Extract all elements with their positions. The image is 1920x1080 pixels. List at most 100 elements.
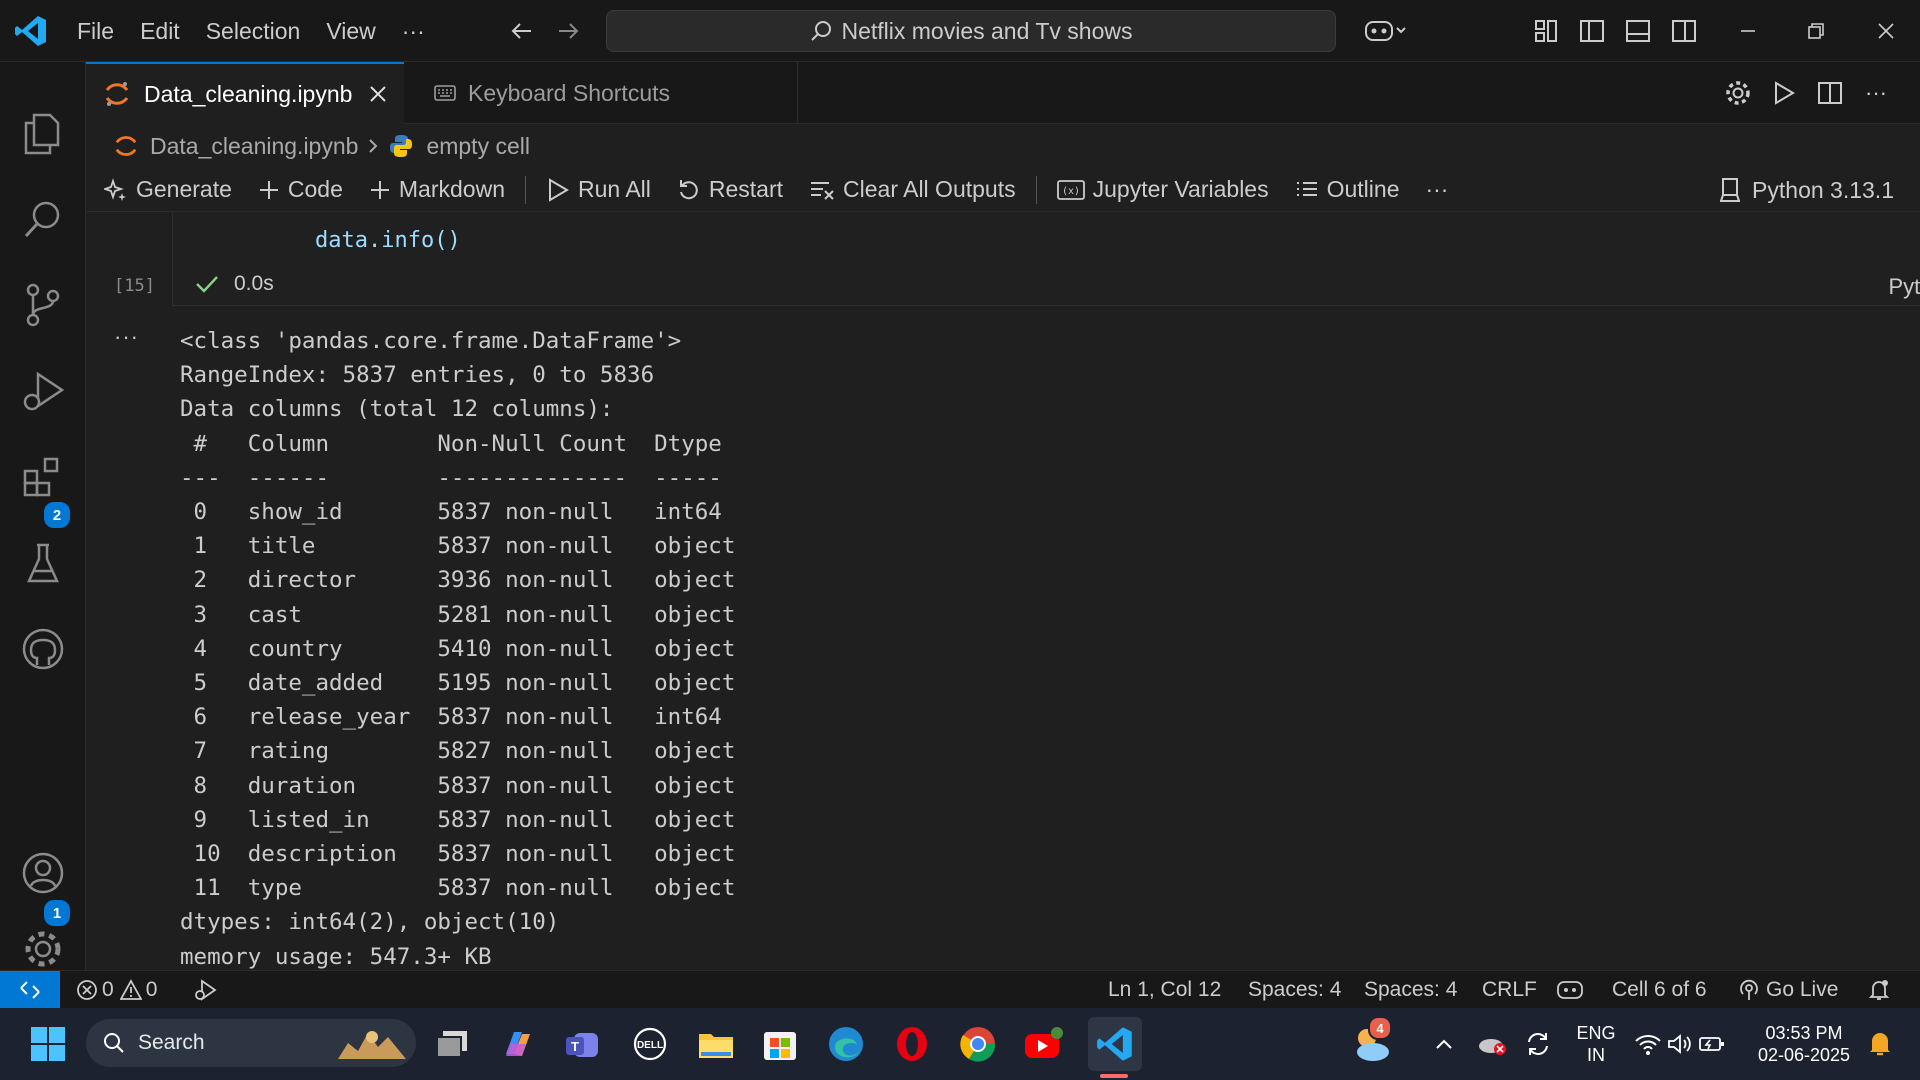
toggle-primary-sidebar-icon[interactable] [1572, 0, 1612, 62]
code-cell[interactable]: data.info() Python [172, 212, 1920, 306]
chrome-browser-icon[interactable] [956, 1022, 1000, 1066]
execution-count: [15] [114, 276, 155, 296]
line-ending[interactable]: CRLF [1482, 971, 1537, 1008]
taskbar-search[interactable]: Search [86, 1019, 416, 1067]
code-line[interactable]: data.info() [315, 228, 461, 253]
activity-bar: 2 1 1 [0, 62, 86, 1006]
add-code-cell-button[interactable]: Code [258, 176, 343, 203]
restore-icon[interactable] [1794, 0, 1838, 62]
active-app-indicator [1100, 1074, 1128, 1078]
search-icon[interactable] [0, 184, 86, 254]
minimize-icon[interactable] [1726, 0, 1770, 62]
volume-icon [1668, 1034, 1691, 1054]
debug-status-icon[interactable] [192, 971, 218, 1008]
split-editor-icon[interactable] [1810, 62, 1850, 124]
restart-button[interactable]: Restart [677, 176, 783, 203]
toolbar-more-button[interactable]: ··· [1425, 176, 1448, 203]
add-markdown-cell-button[interactable]: Markdown [369, 176, 505, 203]
menu-edit[interactable]: Edit [127, 18, 193, 45]
run-all-button[interactable]: Run All [546, 176, 651, 203]
kernel-picker[interactable]: Python 3.13.1 [1718, 168, 1894, 212]
output-line: 10 description 5837 non-null object [180, 841, 736, 868]
output-actions-icon[interactable]: ··· [114, 324, 139, 350]
cell-output: <class 'pandas.core.frame.DataFrame'> Ra… [180, 324, 735, 974]
customize-layout-icon[interactable] [1526, 0, 1566, 62]
source-control-icon[interactable] [0, 270, 86, 340]
clock[interactable]: 03:53 PM 02-06-2025 [1754, 1022, 1854, 1066]
menu-bar: File Edit Selection View ··· [64, 0, 438, 62]
copilot-app-icon[interactable] [496, 1022, 540, 1066]
run-file-icon[interactable] [1764, 62, 1804, 124]
windows-start-icon[interactable] [26, 1022, 70, 1066]
sync-icon[interactable] [1516, 1022, 1560, 1066]
menu-file[interactable]: File [64, 18, 127, 45]
remote-indicator-icon[interactable] [0, 971, 60, 1008]
youtube-app-icon[interactable] [1022, 1022, 1066, 1066]
breadcrumb: Data_cleaning.ipynb empty cell [86, 124, 1920, 168]
output-line: Data columns (total 12 columns): [180, 396, 614, 423]
jupyter-variables-button[interactable]: (x) Jupyter Variables [1056, 176, 1269, 203]
extensions-icon[interactable] [0, 442, 86, 512]
input-language-indicator[interactable]: ENG IN [1572, 1022, 1620, 1066]
jupyter-icon [105, 82, 129, 106]
language-code: ENG [1576, 1023, 1616, 1043]
system-tray-status[interactable] [1630, 1022, 1730, 1066]
cell-execution-status: 0.0s [194, 272, 274, 296]
toggle-secondary-sidebar-icon[interactable] [1664, 0, 1704, 62]
copilot-status-icon[interactable] [1556, 971, 1584, 1008]
go-live-button[interactable]: Go Live [1738, 971, 1838, 1008]
problems-indicator[interactable]: 0 0 [76, 971, 157, 1008]
indentation-spaces-2[interactable]: Spaces: 4 [1364, 971, 1457, 1008]
outline-button[interactable]: Outline [1295, 176, 1399, 203]
notification-center-bell-icon[interactable] [1858, 1022, 1902, 1066]
explorer-icon[interactable] [0, 98, 86, 168]
output-line: dtypes: int64(2), object(10) [180, 909, 560, 936]
run-debug-icon[interactable] [0, 356, 86, 426]
tab-data-cleaning[interactable]: Data_cleaning.ipynb [86, 62, 404, 124]
cursor-position[interactable]: Ln 1, Col 12 [1108, 971, 1221, 1008]
menu-more[interactable]: ··· [389, 18, 438, 45]
more-actions-icon[interactable]: ··· [1856, 62, 1896, 124]
output-line: 8 duration 5837 non-null object [180, 772, 736, 799]
menu-view[interactable]: View [313, 18, 388, 45]
close-window-icon[interactable] [1864, 0, 1908, 62]
svg-text:T: T [571, 1039, 579, 1054]
close-tab-icon[interactable] [368, 84, 388, 104]
output-line: 1 title 5837 non-null object [180, 533, 736, 560]
file-explorer-icon[interactable] [694, 1022, 738, 1066]
chevron-up-icon[interactable] [1422, 1022, 1466, 1066]
cell-indicator[interactable]: Cell 6 of 6 [1612, 971, 1707, 1008]
microsoft-store-icon[interactable] [758, 1022, 802, 1066]
warning-icon [119, 978, 142, 1000]
error-icon [77, 979, 97, 1000]
check-icon [196, 276, 218, 293]
testing-icon[interactable] [0, 528, 86, 598]
copilot-icon[interactable] [1356, 0, 1416, 62]
teams-icon[interactable]: T [560, 1022, 604, 1066]
breadcrumb-cell[interactable]: empty cell [426, 133, 530, 160]
tab-keyboard-shortcuts[interactable]: Keyboard Shortcuts [404, 62, 798, 124]
toggle-panel-icon[interactable] [1618, 0, 1658, 62]
dell-icon[interactable]: DELL [628, 1022, 672, 1066]
back-arrow-icon[interactable] [502, 0, 542, 62]
breadcrumb-file[interactable]: Data_cleaning.ipynb [150, 133, 358, 160]
clear-all-outputs-button[interactable]: Clear All Outputs [809, 176, 1016, 203]
cell-language-label[interactable]: Python [1889, 274, 1920, 300]
task-view-icon[interactable] [430, 1022, 474, 1066]
notebook-settings-gear-icon[interactable] [1718, 62, 1758, 124]
forward-arrow-icon[interactable] [548, 0, 588, 62]
status-bar: 0 0 Ln 1, Col 12 Spaces: 4 Spaces: 4 CRL… [0, 970, 1920, 1008]
command-center-search[interactable]: Netflix movies and Tv shows [606, 10, 1336, 52]
indentation-spaces[interactable]: Spaces: 4 [1248, 971, 1341, 1008]
opera-browser-icon[interactable] [890, 1022, 934, 1066]
error-count: 0 [102, 977, 114, 1001]
notifications-bell-icon[interactable] [1868, 971, 1890, 1008]
menu-selection[interactable]: Selection [193, 18, 314, 45]
edge-browser-icon[interactable] [824, 1022, 868, 1066]
github-icon[interactable] [0, 614, 86, 684]
onedrive-error-icon[interactable] [1470, 1022, 1514, 1066]
generate-button[interactable]: Generate [104, 176, 232, 203]
vscode-taskbar-icon[interactable] [1088, 1017, 1142, 1071]
clock-time: 03:53 PM [1765, 1023, 1843, 1043]
accounts-icon[interactable] [0, 838, 86, 908]
